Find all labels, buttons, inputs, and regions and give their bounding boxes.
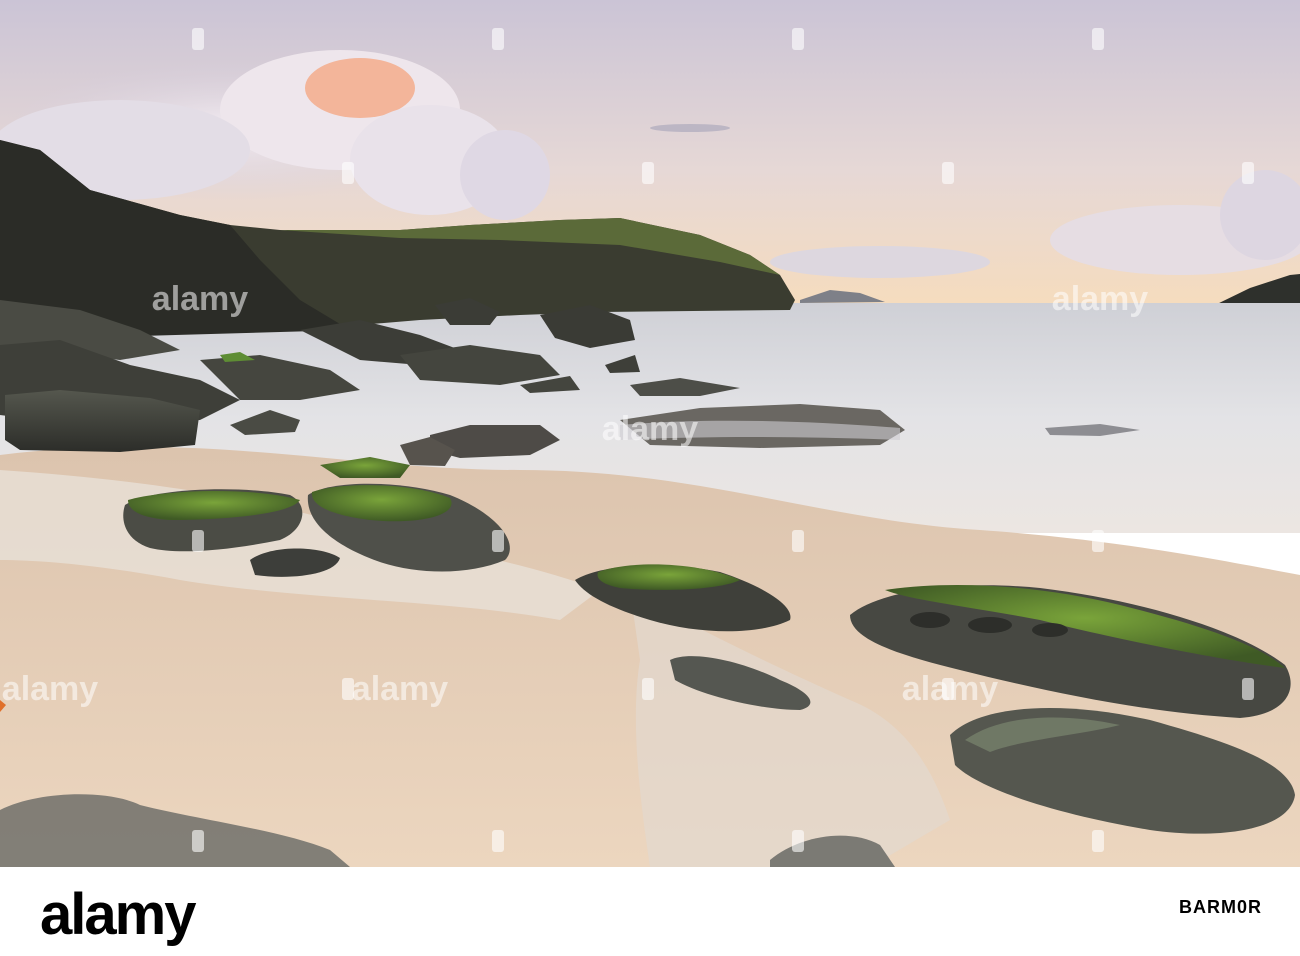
footer-bar: alamy BARM0R bbox=[0, 867, 1300, 956]
beach-photo: alamy alamy alamy alamy alamy alamy bbox=[0, 0, 1300, 867]
watermark: alamy bbox=[2, 670, 98, 708]
stock-id: BARM0R bbox=[1178, 897, 1262, 917]
watermark: alamy bbox=[152, 280, 248, 318]
watermark: alamy bbox=[1052, 280, 1148, 318]
watermark: alamy bbox=[602, 410, 698, 448]
watermark: alamy bbox=[352, 670, 448, 708]
brand-logo[interactable]: alamy bbox=[40, 881, 196, 948]
watermark-markers bbox=[192, 28, 1254, 852]
watermark-layer: alamy alamy alamy alamy alamy alamy bbox=[2, 28, 1254, 852]
